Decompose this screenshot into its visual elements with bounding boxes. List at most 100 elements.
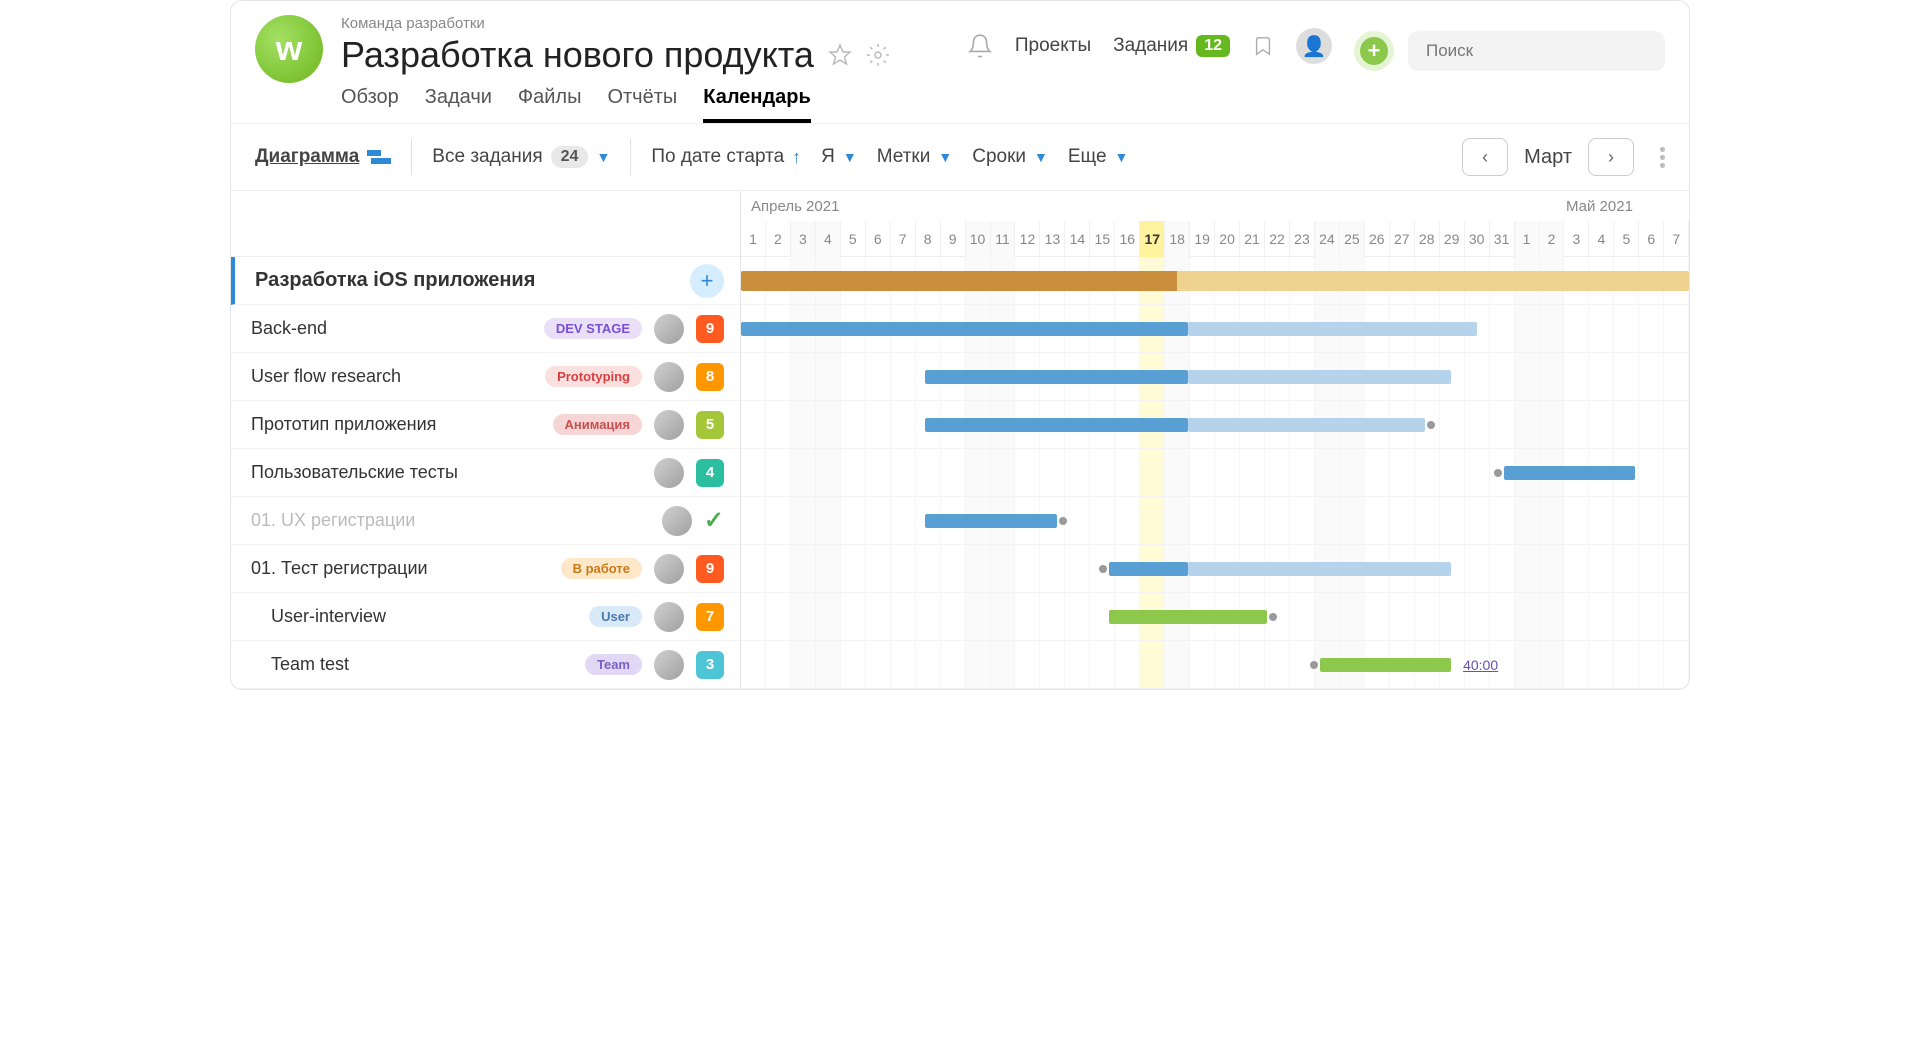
day-cell[interactable]: 3: [791, 221, 816, 257]
day-cell[interactable]: 6: [1639, 221, 1664, 257]
task-bar-remaining[interactable]: [1188, 370, 1451, 384]
day-cell[interactable]: 9: [941, 221, 966, 257]
day-cell[interactable]: 12: [1015, 221, 1040, 257]
day-cell[interactable]: 22: [1265, 221, 1290, 257]
sort-by-start[interactable]: По дате старта ↑: [651, 146, 801, 168]
task-tag[interactable]: Prototyping: [545, 366, 642, 387]
task-tag[interactable]: User: [589, 606, 642, 627]
task-bar-done[interactable]: [741, 322, 1188, 336]
day-cell[interactable]: 21: [1240, 221, 1265, 257]
day-cell[interactable]: 31: [1490, 221, 1515, 257]
priority-badge[interactable]: 9: [696, 315, 724, 343]
task-tag[interactable]: В работе: [561, 558, 642, 579]
day-cell[interactable]: 1: [1515, 221, 1540, 257]
task-bar-remaining[interactable]: [1188, 322, 1477, 336]
task-bar-done[interactable]: [925, 370, 1188, 384]
assignee-avatar[interactable]: [654, 650, 684, 680]
day-cell[interactable]: 27: [1390, 221, 1415, 257]
assignee-avatar[interactable]: [654, 362, 684, 392]
day-cell[interactable]: 23: [1290, 221, 1315, 257]
day-cell[interactable]: 13: [1040, 221, 1065, 257]
tab-Обзор[interactable]: Обзор: [341, 86, 399, 123]
day-cell[interactable]: 7: [1664, 221, 1689, 257]
task-row[interactable]: User-interviewUser7: [231, 593, 740, 641]
filter-deadlines[interactable]: Сроки ▼: [972, 146, 1048, 168]
next-month-button[interactable]: ›: [1588, 138, 1634, 176]
day-cell[interactable]: 6: [866, 221, 891, 257]
breadcrumb[interactable]: Команда разработки: [341, 15, 949, 32]
bell-icon[interactable]: [967, 33, 993, 59]
day-cell[interactable]: 30: [1465, 221, 1490, 257]
day-cell[interactable]: 24: [1315, 221, 1340, 257]
task-row[interactable]: Back-endDEV STAGE9: [231, 305, 740, 353]
task-bar-remaining[interactable]: [1188, 418, 1425, 432]
day-cell[interactable]: 19: [1190, 221, 1215, 257]
task-bar-done[interactable]: [925, 418, 1188, 432]
assignee-avatar[interactable]: [662, 506, 692, 536]
task-tag[interactable]: DEV STAGE: [544, 318, 642, 339]
day-cell[interactable]: 14: [1065, 221, 1090, 257]
view-diagram[interactable]: Диаграмма: [255, 146, 391, 168]
day-cell[interactable]: 18: [1165, 221, 1190, 257]
day-cell[interactable]: 20: [1215, 221, 1240, 257]
filter-me[interactable]: Я ▼: [821, 146, 857, 168]
day-cell[interactable]: 11: [991, 221, 1016, 257]
nav-projects[interactable]: Проекты: [1015, 35, 1091, 57]
day-cell[interactable]: 16: [1115, 221, 1140, 257]
assignee-avatar[interactable]: [654, 458, 684, 488]
task-bar-done[interactable]: [1109, 562, 1188, 576]
day-cell[interactable]: 17: [1140, 221, 1165, 257]
task-row[interactable]: 01. Тест регистрацииВ работе9: [231, 545, 740, 593]
task-row[interactable]: Прототип приложенияАнимация5: [231, 401, 740, 449]
task-row[interactable]: Пользовательские тесты4: [231, 449, 740, 497]
day-cell[interactable]: 2: [766, 221, 791, 257]
task-bar-done[interactable]: [1504, 466, 1636, 480]
day-cell[interactable]: 25: [1340, 221, 1365, 257]
star-icon[interactable]: [828, 43, 852, 67]
day-cell[interactable]: 2: [1540, 221, 1565, 257]
nav-tasks-wrap[interactable]: Задания 12: [1113, 35, 1230, 57]
priority-badge[interactable]: 8: [696, 363, 724, 391]
task-tag[interactable]: Анимация: [553, 414, 642, 435]
day-cell[interactable]: 26: [1365, 221, 1390, 257]
day-cell[interactable]: 7: [891, 221, 916, 257]
tab-Календарь[interactable]: Календарь: [703, 86, 811, 123]
day-cell[interactable]: 4: [816, 221, 841, 257]
assignee-avatar[interactable]: [654, 314, 684, 344]
task-bar[interactable]: [1320, 658, 1452, 672]
tab-Задачи[interactable]: Задачи: [425, 86, 492, 123]
priority-badge[interactable]: 7: [696, 603, 724, 631]
priority-badge[interactable]: 4: [696, 459, 724, 487]
add-button[interactable]: +: [1354, 31, 1394, 71]
add-task-button[interactable]: +: [690, 264, 724, 298]
day-cell[interactable]: 3: [1564, 221, 1589, 257]
day-cell[interactable]: 4: [1589, 221, 1614, 257]
assignee-avatar[interactable]: [654, 554, 684, 584]
task-row[interactable]: Team testTeam3: [231, 641, 740, 689]
day-cell[interactable]: 8: [916, 221, 941, 257]
tab-Отчёты[interactable]: Отчёты: [607, 86, 677, 123]
user-avatar[interactable]: 👤: [1296, 28, 1332, 64]
filter-more[interactable]: Еще ▼: [1068, 146, 1129, 168]
day-cell[interactable]: 28: [1415, 221, 1440, 257]
search-input[interactable]: [1408, 31, 1665, 71]
project-logo[interactable]: w: [255, 15, 323, 83]
day-cell[interactable]: 10: [966, 221, 991, 257]
task-row[interactable]: User flow researchPrototyping8: [231, 353, 740, 401]
filter-all-tasks[interactable]: Все задания 24 ▼: [432, 146, 610, 168]
tab-Файлы[interactable]: Файлы: [518, 86, 582, 123]
priority-badge[interactable]: 3: [696, 651, 724, 679]
assignee-avatar[interactable]: [654, 410, 684, 440]
filter-labels[interactable]: Метки ▼: [877, 146, 952, 168]
group-progress-bar[interactable]: [741, 271, 1689, 291]
day-cell[interactable]: 5: [841, 221, 866, 257]
gear-icon[interactable]: [866, 43, 890, 67]
task-row[interactable]: 01. UX регистрации✓: [231, 497, 740, 545]
task-group-row[interactable]: Разработка iOS приложения +: [231, 257, 740, 305]
task-bar-remaining[interactable]: [1188, 562, 1451, 576]
priority-badge[interactable]: 5: [696, 411, 724, 439]
day-cell[interactable]: 5: [1614, 221, 1639, 257]
assignee-avatar[interactable]: [654, 602, 684, 632]
day-cell[interactable]: 29: [1440, 221, 1465, 257]
task-bar-done[interactable]: [925, 514, 1057, 528]
